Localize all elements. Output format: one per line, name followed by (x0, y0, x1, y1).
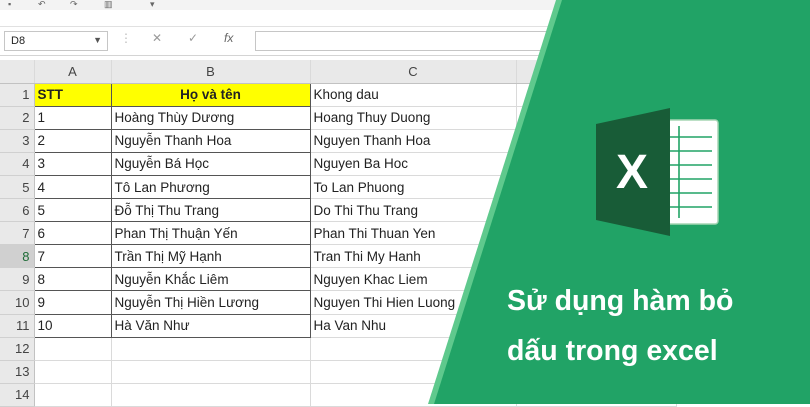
banner-title-line1: Sử dụng hàm bỏ (507, 285, 734, 317)
excel-logo-icon: X (596, 108, 719, 236)
banner-title-line2: dấu trong excel (507, 335, 718, 367)
excel-logo-letter: X (616, 146, 648, 199)
